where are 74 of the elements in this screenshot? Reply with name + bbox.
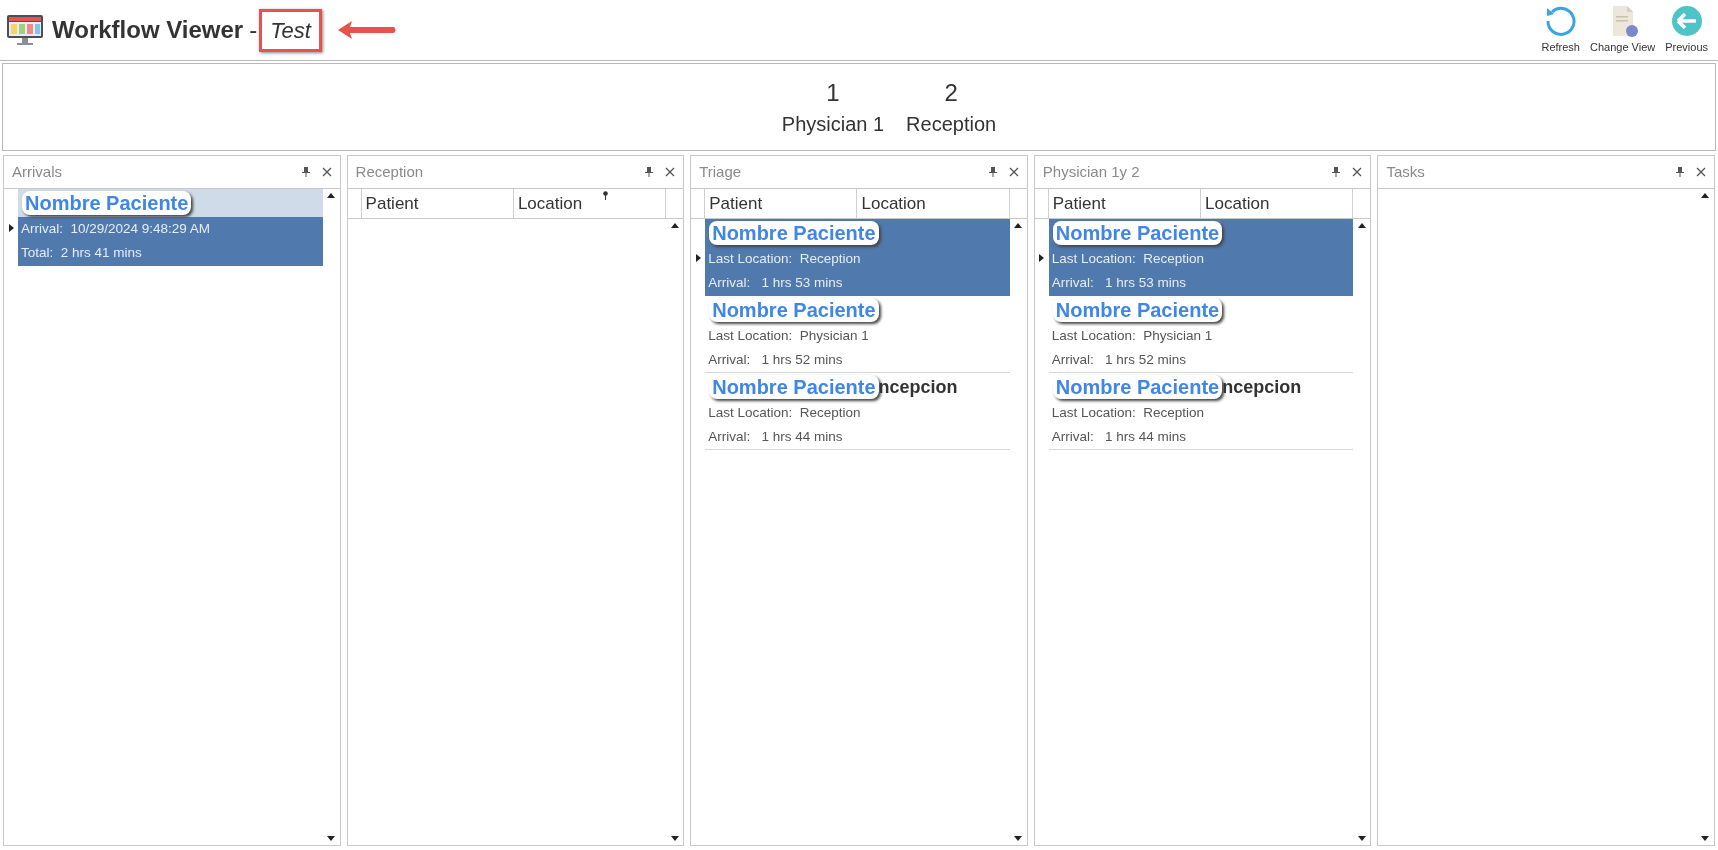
pin-icon [301, 167, 310, 177]
count-number: 2 [944, 78, 958, 108]
patient-name-tail: ncepcion [1222, 375, 1302, 399]
row-detail: Last Location: Reception [707, 250, 862, 268]
patient-row[interactable]: Nombre Paciente Arrival: 10/29/2024 9:48:29 AM Total: 2 hrs 41 mins [18, 189, 323, 266]
row-detail: Total: 2 hrs 41 mins [20, 244, 143, 262]
row-detail: Last Location: Physician 1 [707, 327, 870, 345]
toolbar-button[interactable]: Refresh [1539, 4, 1582, 56]
column-header[interactable]: Location [513, 189, 667, 218]
column-header[interactable]: Patient [361, 189, 514, 218]
scroll-down-icon[interactable] [1701, 836, 1710, 841]
close-icon [1695, 167, 1706, 177]
patient-row[interactable]: Nombre Paciente Last Location: Physician 1 Arrival: 1 hrs 52 mins [1048, 296, 1354, 373]
row-detail: Arrival: 1 hrs 44 mins [707, 428, 844, 446]
panel-title: Tasks [1386, 161, 1426, 182]
patient-row[interactable]: Nombre Paciente ncepcion Last Location: Reception Arrival: 1 hrs 44 mins [1048, 373, 1354, 450]
toolbar-button[interactable]: Previous [1663, 4, 1710, 56]
row-detail: Last Location: Reception [707, 404, 862, 422]
patient-name: Nombre Paciente [709, 221, 879, 245]
count-label: Physician 1 [781, 112, 885, 137]
row-detail: Arrival: 10/29/2024 9:48:29 AM [20, 220, 212, 238]
pin-icon [1332, 167, 1341, 177]
panel-title: Reception [355, 161, 425, 182]
close-icon [1008, 167, 1019, 177]
toolbar-button[interactable]: Change View [1587, 4, 1658, 56]
close-icon [321, 167, 332, 177]
patient-row[interactable]: Nombre Paciente Last Location: Physician 1 Arrival: 1 hrs 52 mins [705, 296, 1010, 373]
patient-name: Nombre Paciente [1052, 298, 1223, 322]
row-pointer-icon [1039, 253, 1045, 262]
pin-icon [988, 167, 997, 177]
scroll-down-icon[interactable] [1357, 836, 1366, 841]
row-detail: Arrival: 1 hrs 53 mins [707, 274, 844, 292]
column-header[interactable]: Location [1201, 189, 1354, 218]
scroll-up-icon[interactable] [670, 223, 679, 228]
patient-row[interactable]: Nombre Paciente Last Location: Reception Arrival: 1 hrs 53 mins [705, 219, 1010, 296]
scroll-down-icon[interactable] [327, 836, 336, 841]
window-title: Workflow Viewer [52, 15, 244, 45]
count-number: 1 [826, 78, 840, 108]
row-pointer-icon [695, 253, 701, 262]
row-detail: Last Location: Reception [1050, 404, 1206, 422]
scroll-up-icon[interactable] [1701, 193, 1710, 198]
close-icon [665, 167, 676, 177]
count-label: Reception [906, 112, 997, 137]
pin-icon [1675, 167, 1684, 177]
patient-row[interactable]: Nombre Paciente Last Location: Reception Arrival: 1 hrs 53 mins [1048, 219, 1354, 296]
row-detail: Arrival: 1 hrs 52 mins [1050, 351, 1188, 369]
patient-name: Nombre Paciente [709, 375, 879, 399]
title-separator: - [249, 15, 258, 45]
panel-title: Physician 1y 2 [1042, 161, 1141, 182]
patient-name: Nombre Paciente [1052, 221, 1223, 245]
row-detail: Arrival: 1 hrs 53 mins [1050, 274, 1188, 292]
column-header[interactable]: Location [857, 189, 1010, 218]
patient-name: Nombre Paciente [709, 298, 879, 322]
patient-name: Nombre Paciente [22, 191, 192, 215]
row-detail: Arrival: 1 hrs 52 mins [707, 351, 844, 369]
scroll-up-icon[interactable] [327, 193, 336, 198]
close-icon [1352, 167, 1363, 177]
scroll-up-icon[interactable] [1014, 223, 1023, 228]
scroll-up-icon[interactable] [1357, 223, 1366, 228]
column-header[interactable]: Patient [705, 189, 858, 218]
row-detail: Arrival: 1 hrs 44 mins [1050, 428, 1188, 446]
scroll-down-icon[interactable] [1014, 836, 1023, 841]
app-icon [6, 13, 44, 47]
scroll-down-icon[interactable] [670, 836, 679, 841]
window-subtitle: Test [259, 8, 322, 52]
row-detail: Last Location: Reception [1050, 250, 1206, 268]
filter-icon[interactable] [601, 191, 609, 200]
patient-name: Nombre Paciente [1052, 375, 1223, 399]
panel-title: Arrivals [12, 161, 63, 182]
row-detail: Last Location: Physician 1 [1050, 327, 1214, 345]
panel-title: Triage [699, 161, 743, 182]
pin-icon [645, 167, 654, 177]
column-header[interactable]: Patient [1048, 189, 1202, 218]
row-pointer-icon [8, 223, 14, 232]
